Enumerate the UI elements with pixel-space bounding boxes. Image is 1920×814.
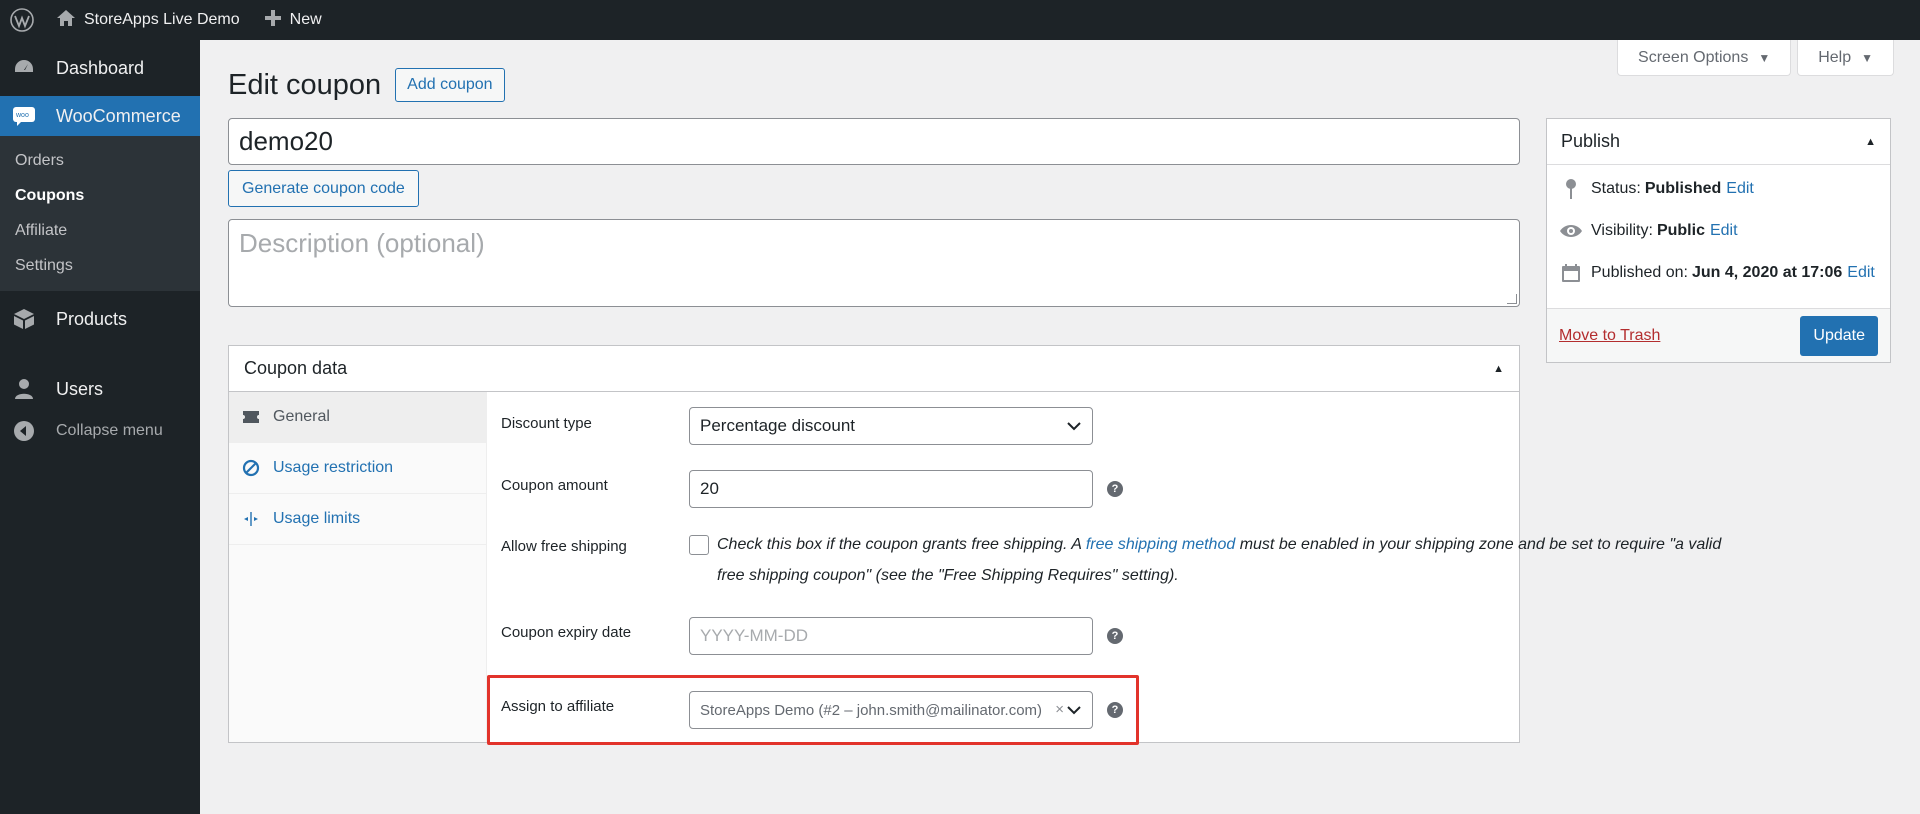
wordpress-logo-icon[interactable] <box>0 0 44 40</box>
calendar-icon <box>1559 263 1583 283</box>
home-icon <box>56 8 76 33</box>
free-shipping-checkbox[interactable] <box>689 535 709 555</box>
tab-label: Usage limits <box>273 510 361 527</box>
move-to-trash-link[interactable]: Move to Trash <box>1559 327 1660 345</box>
eye-icon <box>1559 223 1583 239</box>
woocommerce-submenu: Orders Coupons Affiliate Settings <box>0 136 200 291</box>
ticket-icon <box>241 410 261 424</box>
help-label: Help <box>1818 48 1852 66</box>
free-shipping-method-link[interactable]: free shipping method <box>1086 536 1235 553</box>
published-on-edit-link[interactable]: Edit <box>1847 264 1875 282</box>
publish-actions: Move to Trash Update <box>1547 308 1890 362</box>
collapse-menu-button[interactable]: Collapse menu <box>0 409 200 453</box>
free-shipping-description: Check this box if the coupon grants free… <box>717 529 1737 591</box>
products-icon <box>12 307 36 331</box>
discount-type-label: Discount type <box>501 415 592 432</box>
collapse-icon <box>12 419 36 443</box>
tab-label: Usage restriction <box>273 459 394 476</box>
coupon-code-input[interactable]: demo20 <box>228 118 1520 165</box>
expiry-date-input[interactable]: YYYY-MM-DD <box>689 617 1093 655</box>
visibility-label: Visibility: <box>1591 222 1653 239</box>
update-button[interactable]: Update <box>1800 315 1878 356</box>
tab-label: General <box>273 408 330 425</box>
site-name-link[interactable]: StoreApps Live Demo <box>44 0 252 40</box>
generate-coupon-code-button[interactable]: Generate coupon code <box>228 170 419 207</box>
help-button[interactable]: Help ▼ <box>1797 40 1894 76</box>
discount-type-select[interactable]: Percentage discount <box>689 407 1093 445</box>
coupon-data-header[interactable]: Coupon data ▲ <box>229 346 1519 392</box>
published-on-label: Published on: <box>1591 264 1688 281</box>
description-placeholder: Description (optional) <box>239 228 485 258</box>
publish-title: Publish <box>1561 131 1621 151</box>
publish-date-row: Published on: Jun 4, 2020 at 17:06 Edit <box>1547 252 1890 294</box>
coupon-data-title: Coupon data <box>244 358 348 378</box>
screen-options-button[interactable]: Screen Options ▼ <box>1617 40 1792 76</box>
expiry-date-label: Coupon expiry date <box>501 624 632 641</box>
admin-bar: StoreApps Live Demo New <box>0 0 1920 40</box>
status-value: Published <box>1644 180 1722 197</box>
publish-header[interactable]: Publish ▲ <box>1547 119 1890 165</box>
svg-text:woo: woo <box>15 112 29 119</box>
status-label: Status: <box>1591 180 1641 197</box>
limits-icon <box>241 510 261 528</box>
visibility-value: Public <box>1656 222 1705 239</box>
tab-general[interactable]: General <box>229 392 486 443</box>
site-name-label: StoreApps Live Demo <box>84 11 240 28</box>
submenu-item-orders[interactable]: Orders <box>0 143 200 178</box>
sidebar-item-label: Users <box>56 378 104 399</box>
publish-status-row: Status: Published Edit <box>1547 168 1890 210</box>
coupon-description-textarea[interactable]: Description (optional) <box>228 219 1520 307</box>
sidebar-item-woocommerce[interactable]: woo WooCommerce <box>0 96 200 136</box>
submenu-item-affiliate[interactable]: Affiliate <box>0 213 200 248</box>
sidebar-item-label: Dashboard <box>56 57 145 78</box>
help-icon[interactable]: ? <box>1107 481 1123 497</box>
help-icon[interactable]: ? <box>1107 628 1123 644</box>
admin-sidebar: Dashboard woo WooCommerce Orders Coupons… <box>0 40 200 814</box>
new-label: New <box>289 11 322 28</box>
collapse-menu-label: Collapse menu <box>56 422 163 439</box>
tab-usage-limits[interactable]: Usage limits <box>229 494 486 545</box>
discount-type-value: Percentage discount <box>700 416 855 435</box>
sidebar-item-label: WooCommerce <box>56 105 181 126</box>
submenu-item-settings[interactable]: Settings <box>0 248 200 283</box>
page-title: Edit coupon <box>228 68 382 101</box>
free-shipping-label: Allow free shipping <box>501 538 627 555</box>
caret-down-icon: ▼ <box>1861 50 1873 65</box>
publish-visibility-row: Visibility: Public Edit <box>1547 210 1890 252</box>
users-icon <box>12 377 36 401</box>
coupon-data-tabs: General Usage restriction Usage limits <box>229 392 487 742</box>
plus-icon <box>264 9 282 32</box>
tab-usage-restriction[interactable]: Usage restriction <box>229 443 486 494</box>
page-header: Edit coupon Add coupon <box>228 68 505 102</box>
coupon-amount-label: Coupon amount <box>501 477 608 494</box>
new-content-link[interactable]: New <box>252 0 334 40</box>
screen-options-label: Screen Options <box>1638 48 1749 66</box>
block-icon <box>241 459 261 477</box>
submenu-item-coupons[interactable]: Coupons <box>0 178 200 213</box>
free-shipping-desc-before: Check this box if the coupon grants free… <box>717 536 1086 553</box>
visibility-edit-link[interactable]: Edit <box>1710 222 1738 240</box>
screen-meta-links: Screen Options ▼ Help ▼ <box>1617 40 1920 76</box>
resize-handle-icon[interactable] <box>1507 294 1517 304</box>
add-coupon-button[interactable]: Add coupon <box>395 68 505 102</box>
sidebar-item-products[interactable]: Products <box>0 291 200 347</box>
publish-box: Publish ▲ Status: Published Edit Visibil… <box>1546 118 1891 363</box>
published-on-value: Jun 4, 2020 at 17:06 <box>1691 264 1843 281</box>
dashboard-icon <box>12 56 36 80</box>
affiliate-highlight-box <box>487 675 1139 745</box>
sidebar-item-dashboard[interactable]: Dashboard <box>0 40 200 96</box>
collapse-arrow-icon[interactable]: ▲ <box>1865 136 1876 148</box>
caret-down-icon: ▼ <box>1758 50 1771 65</box>
woocommerce-icon: woo <box>12 104 36 128</box>
coupon-amount-input[interactable]: 20 <box>689 470 1093 508</box>
status-edit-link[interactable]: Edit <box>1726 180 1754 198</box>
chevron-down-icon <box>1066 418 1082 439</box>
pin-icon <box>1559 178 1583 200</box>
sidebar-item-label: Products <box>56 308 128 329</box>
collapse-arrow-icon[interactable]: ▲ <box>1493 363 1504 375</box>
